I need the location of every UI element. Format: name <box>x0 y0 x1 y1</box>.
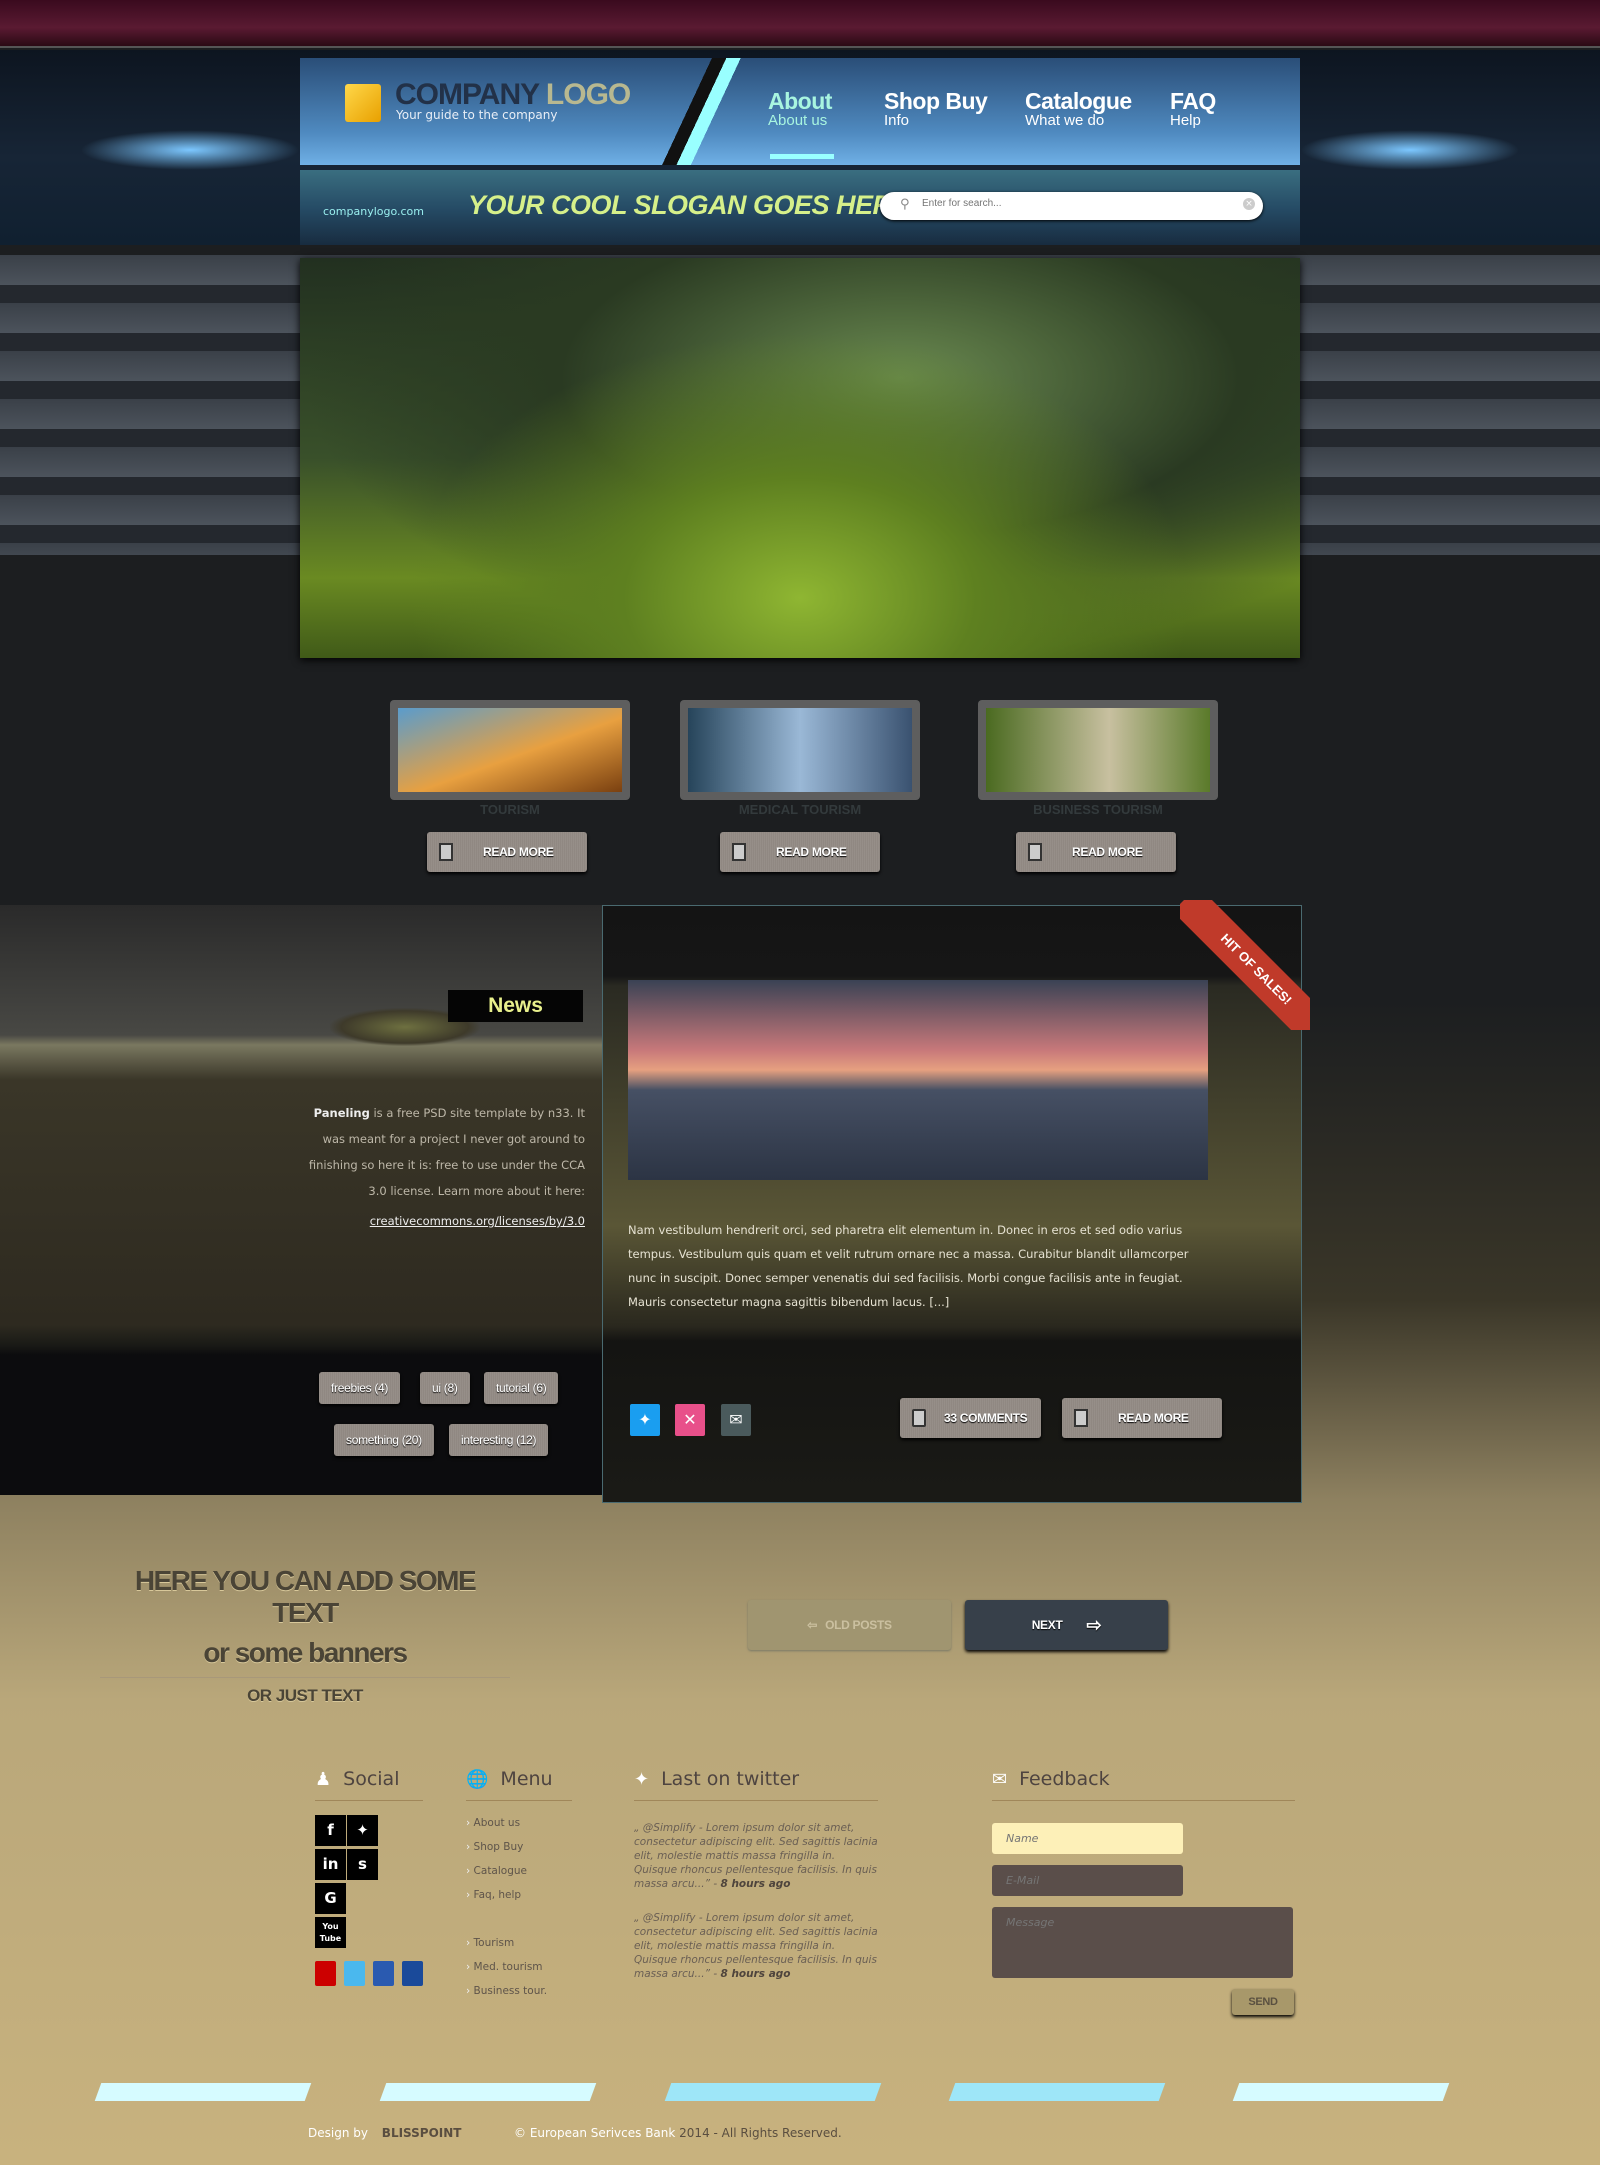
footer-menu-item[interactable]: About us <box>466 1817 572 1841</box>
footer-twitter: ✦ Last on twitter „ @Simplify - Lorem ips… <box>634 1768 878 1980</box>
footer-menu-item[interactable]: Med. tourism <box>466 1961 572 1985</box>
caption-tourism: TOURISM <box>480 802 540 817</box>
tag-something[interactable]: something (20) <box>334 1424 434 1456</box>
logo-tagline: Your guide to the company <box>396 108 558 122</box>
footer-menu: 🌐Menu About us Shop Buy Catalogue Faq, h… <box>466 1768 572 2009</box>
youtube-icon[interactable]: You Tube <box>315 1917 346 1948</box>
slogan: YOUR COOL SLOGAN GOES HERE <box>468 190 910 220</box>
send-button[interactable]: SEND <box>1232 1989 1294 2015</box>
top-bar <box>0 0 1600 48</box>
footer-menu-item[interactable]: Shop Buy <box>466 1841 572 1865</box>
youtube-icon[interactable] <box>315 1961 336 1986</box>
footer-menu-item[interactable]: Business tour. <box>466 1985 572 2009</box>
hit-of-sales-ribbon: HIT OF SALES! <box>1180 900 1310 1030</box>
clear-icon[interactable]: × <box>1243 198 1255 210</box>
message-field[interactable] <box>992 1907 1293 1978</box>
tag-interesting[interactable]: interesting (12) <box>449 1424 548 1456</box>
nav-active-indicator <box>770 154 834 159</box>
facebook-icon[interactable] <box>373 1961 394 1986</box>
comments-button[interactable]: 33 COMMENTS <box>900 1398 1041 1438</box>
nav-faq[interactable]: FAQ Help <box>1170 88 1216 129</box>
footer-menu-item[interactable]: Catalogue <box>466 1865 572 1889</box>
twitter-icon[interactable]: ✦ <box>630 1404 660 1436</box>
arrow-left-icon: ⇦ <box>807 1618 818 1632</box>
hero-image-forest <box>300 258 1300 658</box>
search-icon[interactable]: ⚲ <box>900 197 910 212</box>
user-icon: ♟ <box>315 1768 332 1790</box>
tweet: „ @Simplify - Lorem ipsum dolor sit amet… <box>634 1912 878 1980</box>
thumb-tourism[interactable] <box>390 700 630 800</box>
tweet: „ @Simplify - Lorem ipsum dolor sit amet… <box>634 1822 878 1890</box>
caption-medical-tourism: MEDICAL TOURISM <box>738 802 862 817</box>
document-icon <box>732 843 746 861</box>
twitter-icon[interactable]: ✦ <box>347 1815 378 1846</box>
linkedin-icon[interactable]: in <box>315 1849 346 1880</box>
search-input[interactable] <box>922 198 1222 209</box>
skype-icon[interactable]: s <box>347 1849 378 1880</box>
thumb-business-tourism[interactable] <box>978 700 1218 800</box>
header-light <box>80 130 300 170</box>
read-more-button[interactable]: READ MORE <box>720 832 880 872</box>
name-field[interactable] <box>992 1823 1183 1854</box>
footer-feedback: ✉Feedback SEND <box>992 1768 1295 2015</box>
old-posts-button[interactable]: ⇦ OLD POSTS <box>748 1600 951 1650</box>
globe-icon: 🌐 <box>466 1768 489 1790</box>
article-text: Nam vestibulum hendrerit orci, sed phare… <box>628 1223 1189 1309</box>
thumb-medical-tourism[interactable] <box>680 700 920 800</box>
tag-freebies[interactable]: freebies (4) <box>319 1372 400 1404</box>
dribbble-icon[interactable]: ✕ <box>675 1404 705 1436</box>
promo-text: HERE YOU CAN ADD SOME TEXT or some banne… <box>100 1565 510 1706</box>
email-field[interactable] <box>992 1865 1183 1896</box>
license-link[interactable]: creativecommons.org/licenses/by/3.0 <box>300 1214 585 1228</box>
search-box[interactable]: ⚲ × <box>880 192 1263 220</box>
footer-menu-item[interactable]: Tourism <box>466 1937 572 1961</box>
read-more-button[interactable]: READ MORE <box>427 832 587 872</box>
tag-ui[interactable]: ui (8) <box>420 1372 470 1404</box>
caption-business-tourism: BUSINESS TOURISM <box>1033 802 1163 817</box>
logo[interactable]: COMPANY LOGO <box>395 78 631 112</box>
nav-stripe <box>640 58 770 165</box>
arrow-right-icon: ⇨ <box>1086 1614 1102 1635</box>
nav-shop-buy[interactable]: Shop Buy Info <box>884 88 988 129</box>
floor-lights <box>0 2083 1600 2103</box>
footer-social: ♟ Social f ✦ in s G You Tube <box>315 1768 423 1986</box>
linkedin-icon[interactable] <box>402 1961 423 1986</box>
footer-menu-item[interactable]: Faq, help <box>466 1889 572 1913</box>
site-url[interactable]: companylogo.com <box>323 205 424 218</box>
document-icon <box>1028 843 1042 861</box>
design-credit: Design by BLISSPOINT <box>308 2126 462 2140</box>
envelope-icon: ✉ <box>992 1768 1008 1790</box>
nav-about[interactable]: About About us <box>768 88 832 129</box>
tag-tutorial[interactable]: tutorial (6) <box>484 1372 558 1404</box>
comment-icon <box>912 1409 926 1427</box>
document-icon <box>439 843 453 861</box>
copyright: © European Serivces Bank 2014 - All Righ… <box>514 2126 842 2140</box>
nav-catalogue[interactable]: Catalogue What we do <box>1025 88 1132 129</box>
news-intro: Paneling is a free PSD site template by … <box>308 1106 585 1198</box>
google-icon[interactable]: G <box>315 1883 346 1914</box>
header-light <box>1300 130 1520 170</box>
article-read-more-button[interactable]: READ MORE <box>1062 1398 1222 1438</box>
read-more-button[interactable]: READ MORE <box>1016 832 1176 872</box>
blisspoint-logo[interactable]: BLISSPOINT <box>382 2126 462 2140</box>
mail-icon[interactable]: ✉ <box>721 1404 751 1436</box>
twitter-icon[interactable] <box>344 1961 365 1986</box>
article-image[interactable] <box>628 980 1208 1180</box>
next-button[interactable]: NEXT ⇨ <box>965 1600 1168 1650</box>
logo-cube-icon <box>345 84 381 122</box>
twitter-icon: ✦ <box>634 1768 650 1790</box>
news-label: News <box>448 990 583 1022</box>
facebook-icon[interactable]: f <box>315 1815 346 1846</box>
divider <box>100 1677 510 1678</box>
document-icon <box>1074 1409 1088 1427</box>
